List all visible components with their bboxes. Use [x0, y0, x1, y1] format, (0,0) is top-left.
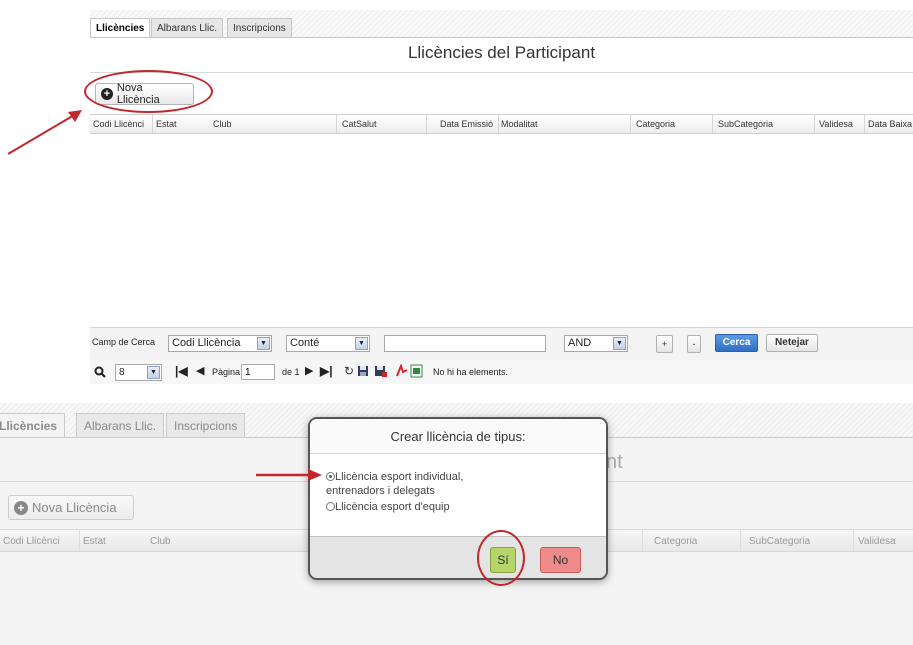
- annotation-arrow: [7, 110, 82, 155]
- dropdown-arrow-icon: ▼: [355, 337, 368, 350]
- tab-llicencies[interactable]: Llicències: [90, 18, 151, 38]
- option-team-label: Llicència esport d'equip: [335, 501, 450, 513]
- remove-criteria-button[interactable]: -: [687, 335, 701, 353]
- pager-bar: 8 ▼ |◀ ◀ Pàgina de 1 ▶ ▶| ↻ No hi ha ele…: [90, 360, 913, 384]
- radio-selected-icon[interactable]: [326, 472, 335, 481]
- column-header[interactable]: Validesa: [819, 119, 853, 129]
- save-icon[interactable]: [357, 365, 369, 377]
- dialog-header: Crear llicència de tipus:: [310, 419, 606, 454]
- tab-inscripcions-dimmed[interactable]: Inscripcions: [166, 413, 246, 437]
- tab-albarans-dimmed[interactable]: Albarans Llic.: [76, 413, 165, 437]
- title-divider: [90, 72, 913, 73]
- column-header[interactable]: Estat: [156, 119, 177, 129]
- search-operator-value: Conté: [290, 337, 320, 349]
- column-header[interactable]: Data Baixa: [868, 119, 913, 129]
- page-size-select[interactable]: 8 ▼: [115, 364, 162, 381]
- tab-llicencies-dimmed[interactable]: Llicències: [0, 413, 66, 438]
- refresh-icon[interactable]: ↻: [344, 364, 354, 378]
- search-icon[interactable]: [94, 366, 106, 378]
- excel-icon[interactable]: [410, 364, 423, 378]
- license-grid-header: Codi Llicènci Estat Club CatSalut Data E…: [90, 114, 913, 134]
- plus-circle-icon: +: [14, 500, 28, 515]
- column-header[interactable]: SubCategoria: [718, 119, 773, 129]
- save-as-icon[interactable]: [374, 365, 387, 377]
- column-header[interactable]: CatSalut: [342, 119, 377, 129]
- column-header[interactable]: Codi Llicènci: [93, 119, 149, 129]
- clear-button[interactable]: Netejar: [766, 334, 818, 352]
- annotation-arrow: [256, 469, 322, 481]
- page-count: de 1: [282, 367, 300, 377]
- dialog-footer: Sí No: [310, 536, 606, 578]
- new-license-label: Nova Llicència: [32, 500, 117, 515]
- dropdown-arrow-icon: ▼: [147, 366, 160, 379]
- option-individual[interactable]: Llicència esport individual, entrenadors…: [326, 470, 463, 498]
- tab-albarans[interactable]: Albarans Llic.: [151, 18, 224, 37]
- column-header[interactable]: Codi Llicènci: [3, 536, 77, 547]
- search-field-select[interactable]: Codi Llicència ▼: [168, 335, 272, 352]
- add-criteria-button[interactable]: +: [656, 335, 673, 353]
- column-header[interactable]: Club: [150, 536, 171, 547]
- option-team[interactable]: Llicència esport d'equip: [326, 500, 450, 514]
- page-title-fragment: nt: [606, 451, 623, 473]
- page-title: Llicències del Participant: [407, 43, 596, 62]
- search-text-input[interactable]: [384, 335, 546, 352]
- search-bar: Camp de Cerca Codi Llicència ▼ Conté ▼ A…: [90, 327, 913, 360]
- next-page-icon[interactable]: ▶: [305, 364, 313, 377]
- page-label: Pàgina: [212, 367, 241, 377]
- column-header[interactable]: SubCategoria: [749, 536, 810, 547]
- create-license-dialog: Crear llicència de tipus: Llicència espo…: [308, 417, 608, 580]
- option-individual-line2: entrenadors i delegats: [326, 485, 435, 497]
- column-header[interactable]: Modalitat: [501, 119, 538, 129]
- column-header[interactable]: Categoria: [654, 536, 697, 547]
- page-number-input[interactable]: [241, 364, 275, 380]
- highlight-circle: [84, 70, 213, 113]
- previous-page-icon[interactable]: ◀: [196, 364, 204, 377]
- no-button[interactable]: No: [540, 547, 581, 573]
- column-header[interactable]: Estat: [83, 536, 106, 547]
- search-field-value: Codi Llicència: [172, 337, 241, 349]
- first-page-icon[interactable]: |◀: [175, 364, 188, 378]
- search-logic-select[interactable]: AND ▼: [564, 335, 628, 352]
- page-size-value: 8: [119, 367, 125, 378]
- column-header[interactable]: Validesa: [858, 536, 913, 547]
- dialog-title: Crear llicència de tipus:: [390, 429, 526, 444]
- pdf-icon[interactable]: [395, 364, 408, 378]
- column-header[interactable]: Data Emissió: [440, 119, 496, 129]
- search-label: Camp de Cerca: [92, 337, 156, 347]
- dropdown-arrow-icon: ▼: [613, 337, 626, 350]
- column-header[interactable]: Categoria: [636, 119, 675, 129]
- last-page-icon[interactable]: ▶|: [320, 364, 333, 378]
- option-individual-line1: Llicència esport individual,: [335, 471, 464, 483]
- dropdown-arrow-icon: ▼: [257, 337, 270, 350]
- tab-inscripcions[interactable]: Inscripcions: [227, 18, 292, 37]
- new-license-button-dimmed[interactable]: + Nova Llicència: [8, 495, 134, 520]
- highlight-circle: [477, 530, 525, 586]
- radio-unselected-icon[interactable]: [326, 502, 335, 511]
- search-logic-value: AND: [568, 337, 592, 349]
- pager-status: No hi ha elements.: [433, 367, 509, 377]
- column-header[interactable]: Club: [213, 119, 232, 129]
- search-operator-select[interactable]: Conté ▼: [286, 335, 370, 352]
- search-button[interactable]: Cerca: [715, 334, 758, 352]
